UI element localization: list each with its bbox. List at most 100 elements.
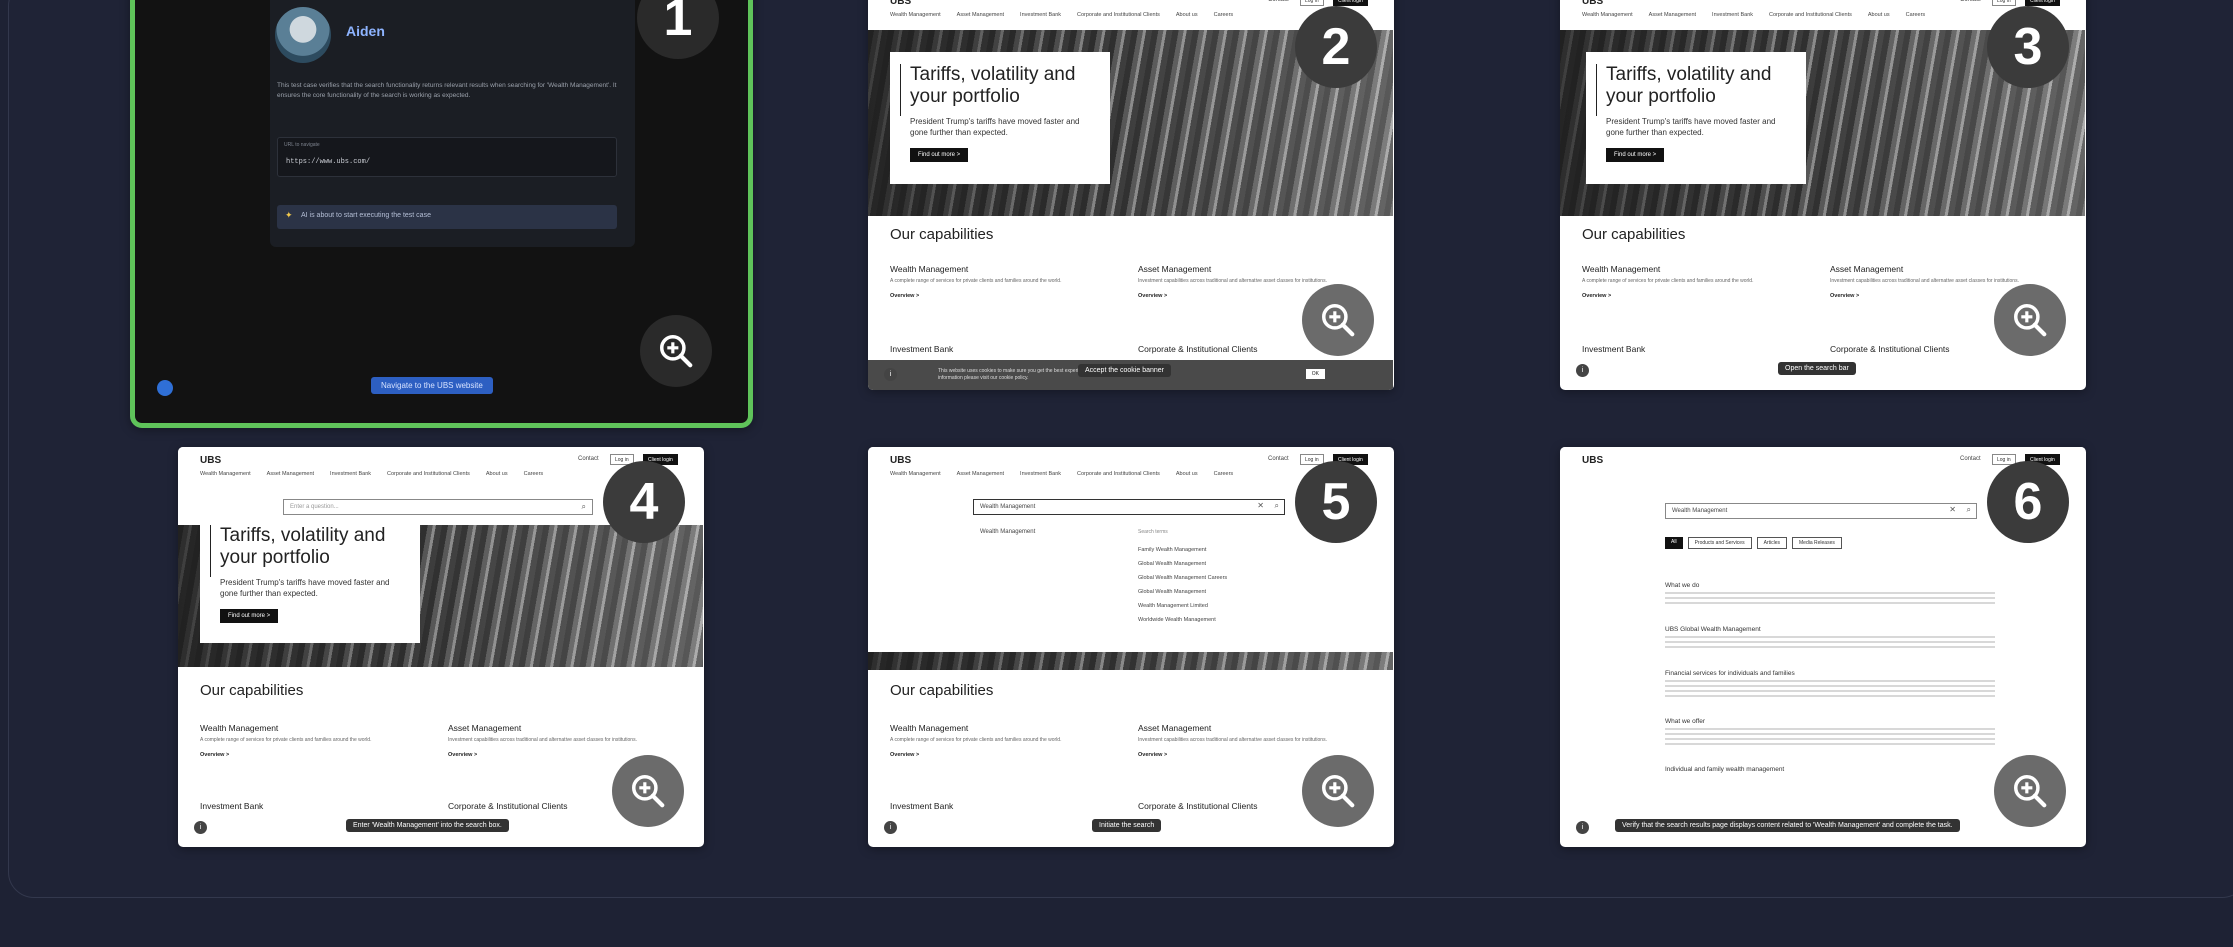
capability-heading[interactable]: Asset Management bbox=[1138, 723, 1348, 733]
overview-link[interactable]: Overview > bbox=[890, 752, 1100, 758]
step-card-4[interactable]: UBS Contact Log in Client login Wealth M… bbox=[178, 447, 704, 847]
nav-item[interactable]: Asset Management bbox=[957, 471, 1004, 477]
nav-item[interactable]: About us bbox=[1868, 12, 1890, 18]
capability-heading[interactable]: Investment Bank bbox=[890, 344, 1100, 354]
list-item[interactable]: Global Wealth Management bbox=[1138, 557, 1227, 571]
step-card-1[interactable]: Aiden This test case verifies that the s… bbox=[130, 0, 753, 428]
result-title[interactable]: What we offer bbox=[1665, 718, 1995, 725]
ubs-logo: UBS bbox=[890, 0, 912, 7]
overview-link[interactable]: Overview > bbox=[200, 752, 410, 758]
nav-item[interactable]: About us bbox=[1176, 471, 1198, 477]
list-item[interactable]: Global Wealth Management Careers bbox=[1138, 571, 1227, 585]
nav-item[interactable]: Careers bbox=[1214, 471, 1234, 477]
filter-chip[interactable]: Products and Services bbox=[1687, 537, 1752, 549]
list-item[interactable]: Family Wealth Management bbox=[1138, 543, 1227, 557]
zoom-in-button[interactable] bbox=[612, 755, 684, 827]
result-item[interactable]: What we offer bbox=[1665, 718, 1995, 746]
nav-item[interactable]: Investment Bank bbox=[1020, 471, 1061, 477]
zoom-in-button[interactable] bbox=[1994, 755, 2066, 827]
capability-heading[interactable]: Asset Management bbox=[1830, 264, 2040, 274]
find-out-more-button[interactable]: Find out more > bbox=[1606, 148, 1665, 162]
nav-item[interactable]: Investment Bank bbox=[1712, 12, 1753, 18]
contact-link[interactable]: Contact bbox=[1960, 0, 1981, 3]
contact-link[interactable]: Contact bbox=[1960, 456, 1981, 462]
nav-item[interactable]: Investment Bank bbox=[1020, 12, 1061, 18]
result-title[interactable]: What we do bbox=[1665, 582, 1995, 589]
step-card-3[interactable]: UBS Contact Log in Client login Wealth M… bbox=[1560, 0, 2086, 390]
clear-icon[interactable]: ✕ bbox=[1257, 501, 1264, 510]
left-suggestion[interactable]: Wealth Management bbox=[980, 529, 1035, 535]
zoom-in-button[interactable] bbox=[1302, 284, 1374, 356]
filter-chip[interactable]: All bbox=[1665, 537, 1683, 549]
nav-item[interactable]: Wealth Management bbox=[890, 471, 941, 477]
nav-item[interactable]: About us bbox=[1176, 12, 1198, 18]
search-icon[interactable]: ⌕ bbox=[1967, 505, 1971, 515]
capability-heading[interactable]: Investment Bank bbox=[890, 801, 1100, 811]
nav-item[interactable]: Corporate and Institutional Clients bbox=[387, 471, 470, 477]
nav-item[interactable]: Asset Management bbox=[267, 471, 314, 477]
step-number-badge: 6 bbox=[1987, 461, 2069, 543]
result-item[interactable]: What we do bbox=[1665, 582, 1995, 606]
capability-item: Investment Bank bbox=[1582, 344, 1792, 354]
nav-item[interactable]: Asset Management bbox=[1649, 12, 1696, 18]
result-title[interactable]: Financial services for individuals and f… bbox=[1665, 670, 1995, 677]
contact-link[interactable]: Contact bbox=[578, 456, 599, 462]
zoom-in-button[interactable] bbox=[1302, 755, 1374, 827]
nav-item[interactable]: Wealth Management bbox=[200, 471, 251, 477]
result-title[interactable]: Individual and family wealth management bbox=[1665, 766, 1995, 773]
search-icon[interactable]: ⌕ bbox=[1275, 501, 1279, 511]
nav-item[interactable]: Corporate and Institutional Clients bbox=[1077, 12, 1160, 18]
hero-text: President Trump's tariffs have moved fas… bbox=[220, 578, 390, 598]
ubs-logo: UBS bbox=[1582, 0, 1604, 7]
search-input[interactable]: Wealth Management ✕ ⌕ bbox=[973, 499, 1285, 515]
capability-text: Investment capabilities across tradition… bbox=[1830, 278, 2019, 284]
list-item[interactable]: Wealth Management Limited bbox=[1138, 599, 1227, 613]
result-title[interactable]: UBS Global Wealth Management bbox=[1665, 626, 1995, 633]
filter-chip[interactable]: Media Releases bbox=[1792, 537, 1842, 549]
capability-heading[interactable]: Investment Bank bbox=[200, 801, 410, 811]
zoom-in-button[interactable] bbox=[640, 315, 712, 387]
capability-text: A complete range of services for private… bbox=[1582, 278, 1754, 284]
result-item[interactable]: Individual and family wealth management bbox=[1665, 766, 1995, 773]
find-out-more-button[interactable]: Find out more > bbox=[910, 148, 969, 162]
nav-item[interactable]: Corporate and Institutional Clients bbox=[1077, 471, 1160, 477]
step-card-6[interactable]: UBS Contact Log in Client login Wealth M… bbox=[1560, 447, 2086, 847]
result-item[interactable]: UBS Global Wealth Management bbox=[1665, 626, 1995, 650]
nav-item[interactable]: Careers bbox=[524, 471, 544, 477]
search-input[interactable]: Wealth Management ✕ ⌕ bbox=[1665, 503, 1977, 519]
capability-heading[interactable]: Wealth Management bbox=[890, 723, 1100, 733]
capability-heading[interactable]: Wealth Management bbox=[890, 264, 1100, 274]
capability-heading[interactable]: Wealth Management bbox=[200, 723, 410, 733]
search-input[interactable]: Enter a question... ⌕ bbox=[283, 499, 593, 515]
cookie-ok-button[interactable]: OK bbox=[1305, 369, 1325, 379]
nav-item[interactable]: About us bbox=[486, 471, 508, 477]
contact-link[interactable]: Contact bbox=[1268, 0, 1289, 3]
nav-item[interactable]: Careers bbox=[1906, 12, 1926, 18]
nav-item[interactable]: Wealth Management bbox=[1582, 12, 1633, 18]
overview-link[interactable]: Overview > bbox=[1582, 293, 1792, 299]
list-item[interactable]: Global Wealth Management bbox=[1138, 585, 1227, 599]
nav-item[interactable]: Corporate and Institutional Clients bbox=[1769, 12, 1852, 18]
nav-item[interactable]: Careers bbox=[1214, 12, 1234, 18]
overview-link[interactable]: Overview > bbox=[448, 752, 658, 758]
clear-icon[interactable]: ✕ bbox=[1949, 505, 1956, 514]
step-card-5[interactable]: UBS Contact Log in Client login Wealth M… bbox=[868, 447, 1394, 847]
nav-item[interactable]: Wealth Management bbox=[890, 12, 941, 18]
overview-link[interactable]: Overview > bbox=[1138, 752, 1348, 758]
result-item[interactable]: Financial services for individuals and f… bbox=[1665, 670, 1995, 698]
nav-item[interactable]: Asset Management bbox=[957, 12, 1004, 18]
capability-heading[interactable]: Asset Management bbox=[1138, 264, 1348, 274]
capability-heading[interactable]: Investment Bank bbox=[1582, 344, 1792, 354]
contact-link[interactable]: Contact bbox=[1268, 456, 1289, 462]
login-button[interactable]: Log in bbox=[1300, 0, 1324, 6]
step-card-2[interactable]: UBS Contact Log in Client login Wealth M… bbox=[868, 0, 1394, 390]
overview-link[interactable]: Overview > bbox=[890, 293, 1100, 299]
capability-heading[interactable]: Wealth Management bbox=[1582, 264, 1792, 274]
login-button[interactable]: Log in bbox=[1992, 0, 2016, 6]
capability-heading[interactable]: Asset Management bbox=[448, 723, 658, 733]
zoom-in-button[interactable] bbox=[1994, 284, 2066, 356]
nav-item[interactable]: Investment Bank bbox=[330, 471, 371, 477]
list-item[interactable]: Worldwide Wealth Management bbox=[1138, 613, 1227, 627]
filter-chip[interactable]: Articles bbox=[1756, 537, 1787, 549]
find-out-more-button[interactable]: Find out more > bbox=[220, 609, 279, 623]
